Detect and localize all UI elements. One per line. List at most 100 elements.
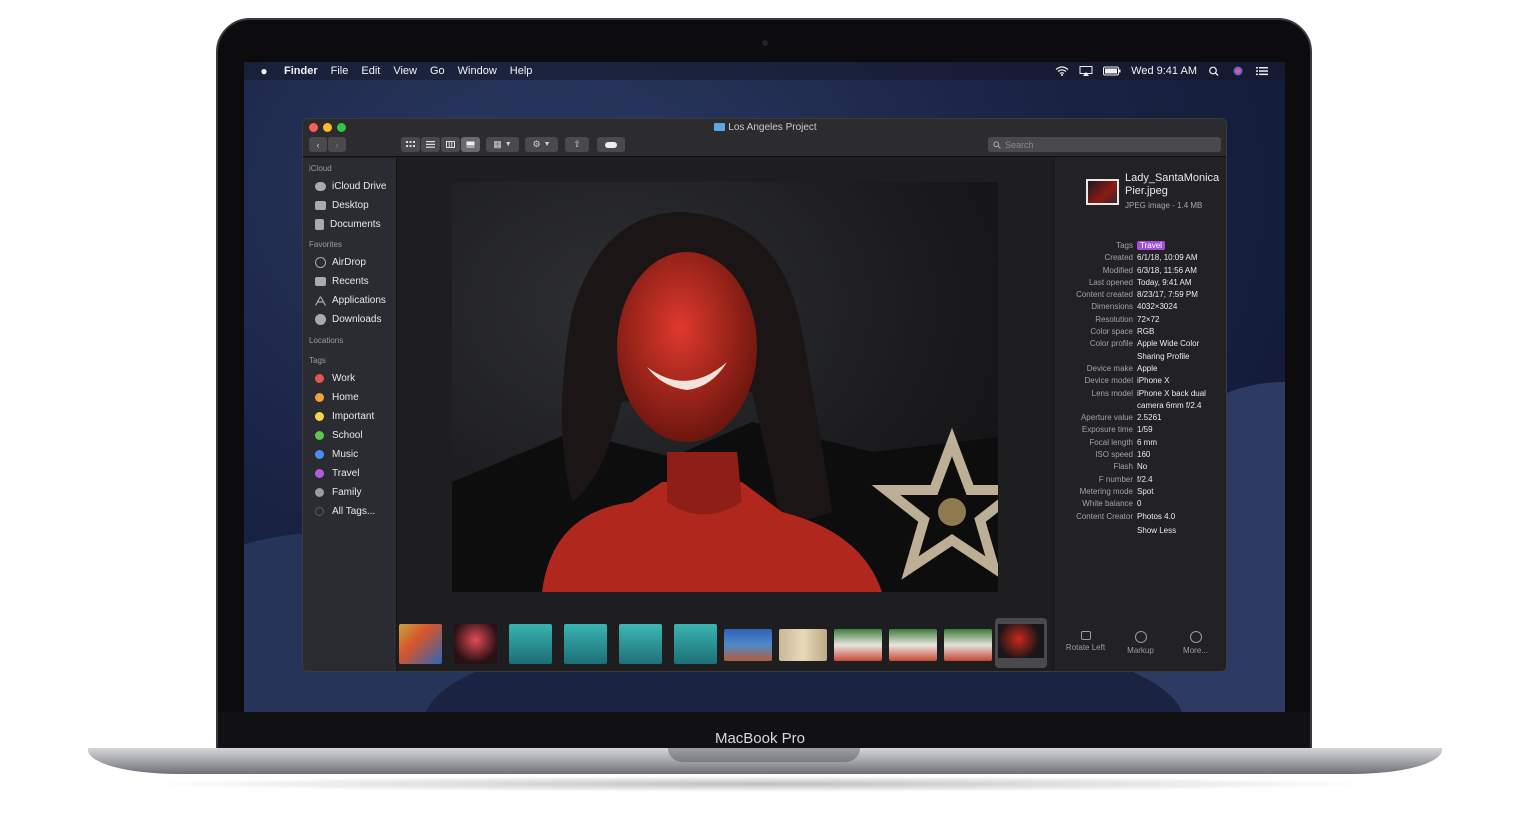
gallery-view-button[interactable] [461,137,480,152]
more-button[interactable]: More... [1168,631,1223,655]
group-button[interactable]: ▦ ▼ [486,137,519,152]
rotate-left-button[interactable]: Rotate Left [1058,631,1113,652]
metadata-key: Device model [1084,376,1133,386]
thumbnail[interactable] [509,624,552,664]
sidebar-tag-family[interactable]: Family [315,484,361,500]
metadata-value: 6/1/18, 10:09 AM [1137,253,1198,263]
metadata-key: Content created [1076,290,1133,300]
thumbnail[interactable] [724,629,772,661]
clock[interactable]: Wed 9:41 AM [1131,65,1197,77]
thumbnail[interactable] [834,629,882,661]
desktop-icon [315,200,326,210]
notification-center-icon[interactable] [1255,66,1269,76]
search-field[interactable] [988,137,1221,152]
sidebar-item-label: Home [332,391,359,403]
tag-color-dot [315,468,324,478]
menu-help[interactable]: Help [510,65,533,77]
thumbnail[interactable] [399,624,442,664]
thumbnail[interactable] [619,624,662,664]
markup-button[interactable]: Markup [1113,631,1168,655]
metadata-row: Content created 8/23/17, 7:59 PM [1054,289,1226,301]
action-label: More... [1183,646,1208,655]
thumbnail-selected[interactable] [995,618,1047,668]
sidebar-item-label: Documents [330,218,381,230]
sidebar-item-recents[interactable]: Recents [315,273,369,289]
metadata-value: 160 [1137,450,1151,460]
battery-icon[interactable] [1103,66,1121,76]
sidebar-tag-school[interactable]: School [315,427,363,443]
file-name: Lady_SantaMonicaPier.jpeg [1125,172,1220,197]
more-icon [1189,631,1202,643]
metadata-key: Dimensions [1091,302,1133,312]
thumbnail[interactable] [779,629,827,661]
tag-button[interactable] [597,137,625,152]
thumbnail[interactable] [454,624,497,664]
sidebar-item-icloud-drive[interactable]: iCloud Drive [315,178,386,194]
metadata-value: iPhone X [1137,376,1170,386]
sidebar-tag-home[interactable]: Home [315,389,359,405]
menu-window[interactable]: Window [458,65,497,77]
thumbnail[interactable] [889,629,937,661]
sidebar-item-documents[interactable]: Documents [315,216,381,232]
sidebar-item-label: Important [332,410,375,422]
sidebar-item-label: AirDrop [332,256,366,268]
menu-edit[interactable]: Edit [361,65,380,77]
tag-color-dot [315,506,324,516]
metadata-value: Apple [1137,363,1158,373]
metadata-key: Last opened [1088,277,1133,287]
metadata-value: f/2.4 [1137,474,1153,484]
sidebar-item-applications[interactable]: Applications [314,292,386,308]
photo-preview[interactable] [452,182,998,592]
tag-badge[interactable]: Travel [1137,241,1165,250]
share-button[interactable]: ⇧ [565,137,589,152]
list-view-button[interactable] [421,137,440,152]
thumbnail[interactable] [564,624,607,664]
tag-color-dot [315,411,324,421]
airplay-icon[interactable] [1079,66,1093,76]
sidebar-item-downloads[interactable]: Downloads [315,311,381,327]
menu-file[interactable]: File [331,65,349,77]
forward-button[interactable]: › [328,137,346,152]
sidebar-tag-all-tags[interactable]: All Tags... [315,503,375,519]
apple-logo-icon[interactable]: ● [258,64,270,78]
tag-color-dot [315,430,324,440]
search-icon[interactable] [1207,66,1221,76]
sidebar-item-airdrop[interactable]: AirDrop [315,254,366,270]
laptop-shadow [140,776,1380,792]
sidebar-tag-work[interactable]: Work [315,370,355,386]
menu-go[interactable]: Go [430,65,445,77]
thumbnail[interactable] [944,629,992,661]
back-button[interactable]: ‹ [309,137,327,152]
window-toolbar: Los Angeles Project ‹ › ▦ ▼ ⚙ ▼ ⇧ Search [303,119,1226,157]
siri-icon[interactable] [1231,66,1245,76]
document-icon [315,218,324,230]
show-less-link[interactable]: Show Less [1137,525,1223,537]
thumbnail[interactable] [674,624,717,664]
wifi-icon[interactable] [1055,66,1069,76]
metadata-value: 4032×3024 [1137,302,1178,312]
preview-inspector: Lady_SantaMonicaPier.jpeg JPEG image - 1… [1053,158,1226,671]
sidebar-tag-travel[interactable]: Travel [315,465,359,481]
metadata-key: ISO speed [1095,450,1133,460]
metadata-row: Device make Apple [1054,363,1226,375]
sidebar-tag-music[interactable]: Music [315,446,358,462]
metadata-row: Modified 6/3/18, 11:56 AM [1054,265,1226,277]
sidebar-item-label: Travel [332,467,360,479]
action-button[interactable]: ⚙ ▼ [525,137,558,152]
column-view-button[interactable] [441,137,460,152]
finder-window: Los Angeles Project ‹ › ▦ ▼ ⚙ ▼ ⇧ Search… [302,118,1227,672]
search-input[interactable] [1005,139,1205,150]
metadata-key: Aperture value [1080,413,1133,423]
metadata-key-spacer [1054,525,1137,537]
sidebar-tag-important[interactable]: Important [315,408,374,424]
sidebar-section-locations: Locations [309,336,344,345]
laptop-notch [668,748,860,762]
menu-app-finder[interactable]: Finder [284,65,318,77]
sidebar-item-desktop[interactable]: Desktop [315,197,369,213]
icon-view-button[interactable] [401,137,420,152]
action-label: Rotate Left [1065,643,1106,652]
airdrop-icon [315,256,326,268]
menu-view[interactable]: View [393,65,417,77]
chevron-down-icon: ▼ [543,141,551,148]
metadata-value: Today, 9:41 AM [1137,277,1192,287]
